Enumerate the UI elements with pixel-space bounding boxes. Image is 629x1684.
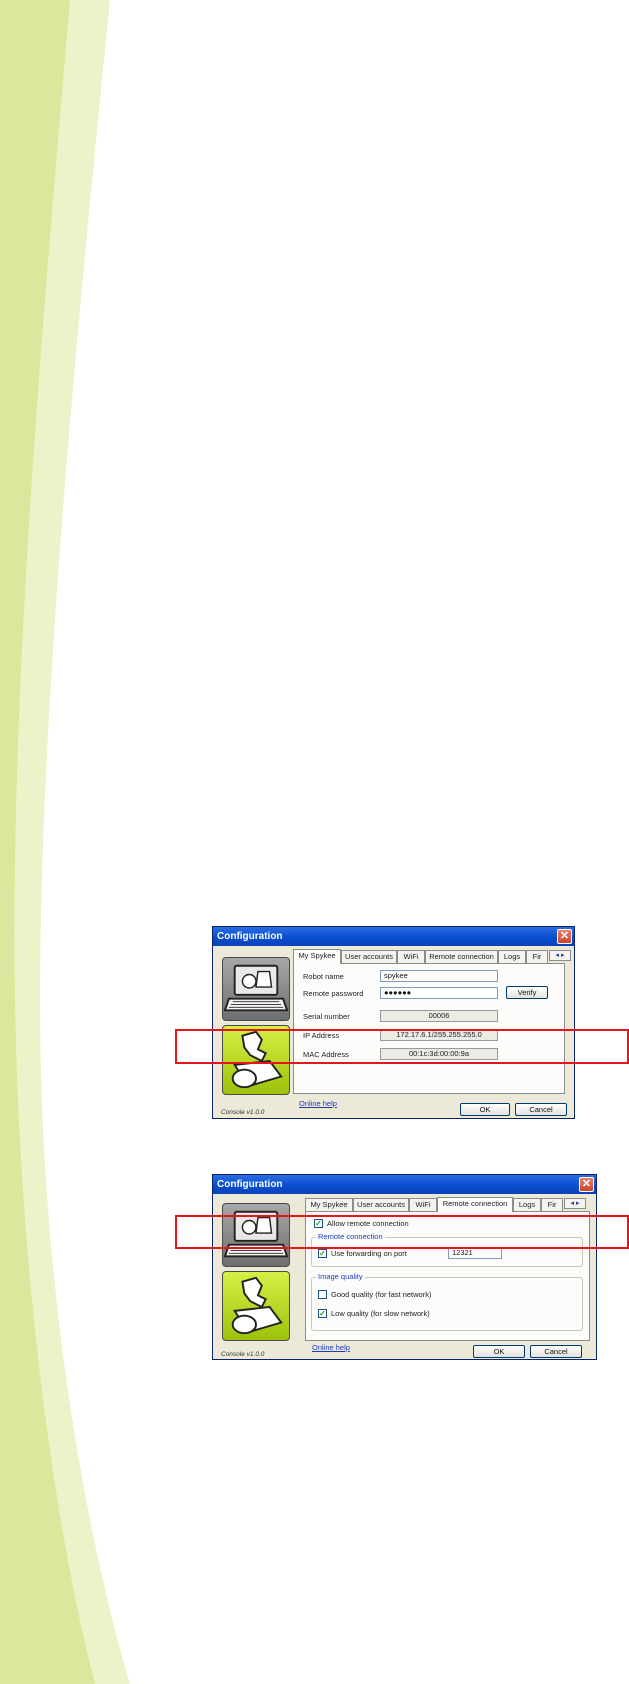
tab-user-accounts[interactable]: User accounts <box>353 1198 409 1211</box>
serial-number-label: Serial number <box>303 1012 350 1021</box>
tab-scroll-arrows[interactable]: ◂ ▸ <box>564 1198 586 1209</box>
tab-wifi[interactable]: WiFi <box>397 950 425 963</box>
checkmark-icon: ✓ <box>319 1249 326 1258</box>
serial-number-value: 00006 <box>380 1010 498 1022</box>
good-quality-label: Good quality (for fast network) <box>331 1290 432 1299</box>
console-nav-button[interactable] <box>222 957 290 1021</box>
cancel-button[interactable]: Cancel <box>515 1103 567 1116</box>
low-quality-label: Low quality (for slow network) <box>331 1309 430 1318</box>
robot-name-label: Robot name <box>303 972 344 981</box>
port-forwarding-highlight-box <box>175 1215 629 1249</box>
window-title: Configuration <box>213 927 574 946</box>
robot-nav-button[interactable] <box>222 1271 290 1341</box>
tab-my-spykee[interactable]: My Spykee <box>305 1198 353 1211</box>
version-label: Console v1.0.0 <box>221 1351 265 1358</box>
forwarding-checkbox[interactable]: ✓ <box>318 1249 327 1258</box>
cancel-button[interactable]: Cancel <box>530 1345 582 1358</box>
tab-logs[interactable]: Logs <box>513 1198 541 1211</box>
version-label: Console v1.0.0 <box>221 1109 265 1116</box>
tab-remote-connection[interactable]: Remote connection <box>437 1197 513 1212</box>
robot-name-field[interactable]: spykee <box>380 970 498 982</box>
tab-strip: My Spykee User accounts WiFi Remote conn… <box>305 1197 595 1212</box>
tab-strip: My Spykee User accounts WiFi Remote conn… <box>293 949 571 964</box>
image-quality-group <box>311 1277 583 1331</box>
ok-button[interactable]: OK <box>460 1103 510 1116</box>
configuration-window-remote-connection: Configuration ✕ My Spykee User accounts … <box>212 1174 597 1360</box>
good-quality-checkbox[interactable] <box>318 1290 327 1299</box>
tab-firmware[interactable]: Fir <box>541 1198 563 1211</box>
image-quality-group-title: Image quality <box>316 1272 365 1281</box>
verify-button[interactable]: Verify <box>506 986 548 999</box>
low-quality-checkbox[interactable]: ✓ <box>318 1309 327 1318</box>
ip-address-highlight-box <box>175 1029 629 1064</box>
remote-password-label: Remote password <box>303 989 364 998</box>
tab-remote-connection[interactable]: Remote connection <box>425 950 498 963</box>
remote-password-field[interactable]: ●●●●●● <box>380 987 498 999</box>
tab-my-spykee[interactable]: My Spykee <box>293 949 341 964</box>
decorative-side-stripe <box>0 0 130 1684</box>
window-title: Configuration <box>213 1175 596 1194</box>
tab-scroll-arrows[interactable]: ◂ ▸ <box>549 950 571 961</box>
online-help-link[interactable]: Online help <box>299 1099 337 1108</box>
close-icon[interactable]: ✕ <box>579 1177 594 1192</box>
configuration-window-my-spykee: Configuration ✕ My Spykee User accounts … <box>212 926 575 1119</box>
tab-user-accounts[interactable]: User accounts <box>341 950 397 963</box>
online-help-link[interactable]: Online help <box>312 1343 350 1352</box>
forwarding-label: Use forwarding on port <box>331 1249 407 1258</box>
tab-wifi[interactable]: WiFi <box>409 1198 437 1211</box>
tab-firmware[interactable]: Fir <box>526 950 548 963</box>
tab-logs[interactable]: Logs <box>498 950 526 963</box>
robot-icon <box>231 1276 283 1335</box>
checkmark-icon: ✓ <box>319 1309 326 1318</box>
close-icon[interactable]: ✕ <box>557 929 572 944</box>
laptop-robot-icon <box>223 964 289 1012</box>
ok-button[interactable]: OK <box>473 1345 525 1358</box>
